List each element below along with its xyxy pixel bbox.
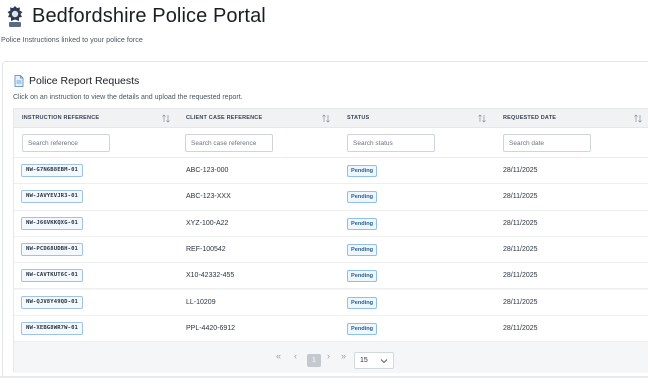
table-row[interactable]: NW-PCD68UDBH-01 REF-100542 Pending 28/11… bbox=[14, 236, 648, 264]
requested-date: 28/11/2025 bbox=[503, 324, 538, 332]
page-title: Bedfordshire Police Portal bbox=[32, 5, 266, 27]
search-case-reference-input[interactable] bbox=[185, 134, 273, 152]
sort-icon[interactable] bbox=[162, 114, 170, 123]
pagination: « ‹ 1 › » 15 bbox=[14, 343, 648, 373]
instruction-reference-chip[interactable]: NW-QJV8Y49QD-01 bbox=[21, 295, 84, 309]
client-case-reference: ABC-123-XXX bbox=[186, 193, 231, 201]
report-requests-card: Police Report Requests Click on an instr… bbox=[2, 61, 648, 378]
column-header-status[interactable]: STATUS bbox=[347, 109, 369, 128]
requested-date: 28/11/2025 bbox=[503, 193, 538, 201]
sort-icon[interactable] bbox=[634, 114, 642, 123]
page-size-select[interactable]: 15 bbox=[354, 352, 394, 369]
status-badge: Pending bbox=[347, 191, 378, 204]
table-row[interactable]: NW-QJV8Y49QD-01 LL-10209 Pending 28/11/2… bbox=[14, 289, 648, 316]
police-badge-icon bbox=[7, 6, 23, 27]
status-badge: Pending bbox=[347, 165, 378, 177]
header: Bedfordshire Police Portal Police Instru… bbox=[1, 5, 646, 46]
table-row[interactable]: NW-G7N6B8EBM-01 ABC-123-000 Pending 28/1… bbox=[14, 158, 648, 185]
client-case-reference: PPL-4420-6912 bbox=[186, 324, 236, 332]
sort-icon[interactable] bbox=[322, 114, 330, 123]
requested-date: 28/11/2025 bbox=[503, 298, 538, 306]
first-page-button[interactable]: « bbox=[276, 351, 281, 361]
instruction-reference-chip[interactable]: NW-JAVYEVJR3-01 bbox=[21, 190, 84, 204]
requests-table: INSTRUCTION REFERENCE CLIENT CASE REFERE… bbox=[13, 108, 648, 373]
document-icon bbox=[14, 75, 24, 87]
requested-date: 28/11/2025 bbox=[503, 167, 538, 174]
status-badge: Pending bbox=[347, 217, 378, 230]
current-page-button[interactable]: 1 bbox=[307, 354, 321, 367]
next-page-button[interactable]: › bbox=[327, 351, 330, 361]
card-header: Police Report Requests bbox=[14, 74, 139, 88]
instruction-reference-chip[interactable]: NW-PCD68UDBH-01 bbox=[21, 242, 84, 256]
status-badge: Pending bbox=[347, 322, 378, 335]
card-description: Click on an instruction to view the deta… bbox=[13, 94, 243, 101]
page-subtitle: Police Instructions linked to your polic… bbox=[1, 35, 143, 44]
status-badge: Pending bbox=[347, 296, 378, 309]
requested-date: 28/11/2025 bbox=[503, 245, 538, 253]
client-case-reference: ABC-123-000 bbox=[186, 167, 229, 174]
status-badge: Pending bbox=[347, 243, 378, 256]
card-title: Police Report Requests bbox=[29, 75, 140, 87]
column-header-instruction-reference[interactable]: INSTRUCTION REFERENCE bbox=[22, 109, 99, 128]
instruction-reference-chip[interactable]: NW-XEBG8WR7W-01 bbox=[21, 321, 84, 335]
table-row[interactable]: NW-J66VKKQXG-01 XYZ-100-A22 Pending 28/1… bbox=[14, 210, 648, 237]
instruction-reference-chip[interactable]: NW-G7N6B8EBM-01 bbox=[21, 164, 84, 177]
table-header: INSTRUCTION REFERENCE CLIENT CASE REFERE… bbox=[14, 109, 648, 128]
search-reference-input[interactable] bbox=[22, 134, 110, 152]
requested-date: 28/11/2025 bbox=[503, 219, 538, 227]
sort-icon[interactable] bbox=[478, 114, 486, 123]
client-case-reference: X10-42332-455 bbox=[186, 272, 235, 280]
table-row[interactable]: NW-XEBG8WR7W-01 PPL-4420-6912 Pending 28… bbox=[14, 315, 648, 343]
client-case-reference: REF-100542 bbox=[186, 245, 226, 253]
instruction-reference-chip[interactable]: NW-CAVTKUT6C-01 bbox=[21, 269, 84, 283]
page-size-value: 15 bbox=[360, 357, 368, 364]
column-header-client-case-reference[interactable]: CLIENT CASE REFERENCE bbox=[186, 109, 262, 128]
column-header-requested-date[interactable]: REQUESTED DATE bbox=[503, 109, 556, 128]
instruction-reference-chip[interactable]: NW-J66VKKQXG-01 bbox=[21, 216, 84, 230]
search-date-input[interactable] bbox=[503, 134, 591, 152]
table-row[interactable]: NW-JAVYEVJR3-01 ABC-123-XXX Pending 28/1… bbox=[14, 184, 648, 211]
last-page-button[interactable]: » bbox=[341, 351, 346, 361]
chevron-down-icon bbox=[380, 359, 388, 364]
status-badge: Pending bbox=[347, 270, 378, 283]
requested-date: 28/11/2025 bbox=[503, 272, 538, 280]
filter-row bbox=[14, 128, 648, 158]
client-case-reference: XYZ-100-A22 bbox=[186, 219, 229, 227]
table-row[interactable]: NW-CAVTKUT6C-01 X10-42332-455 Pending 28… bbox=[14, 263, 648, 290]
client-case-reference: LL-10209 bbox=[186, 298, 216, 306]
search-status-input[interactable] bbox=[347, 134, 435, 152]
previous-page-button[interactable]: ‹ bbox=[294, 351, 297, 361]
